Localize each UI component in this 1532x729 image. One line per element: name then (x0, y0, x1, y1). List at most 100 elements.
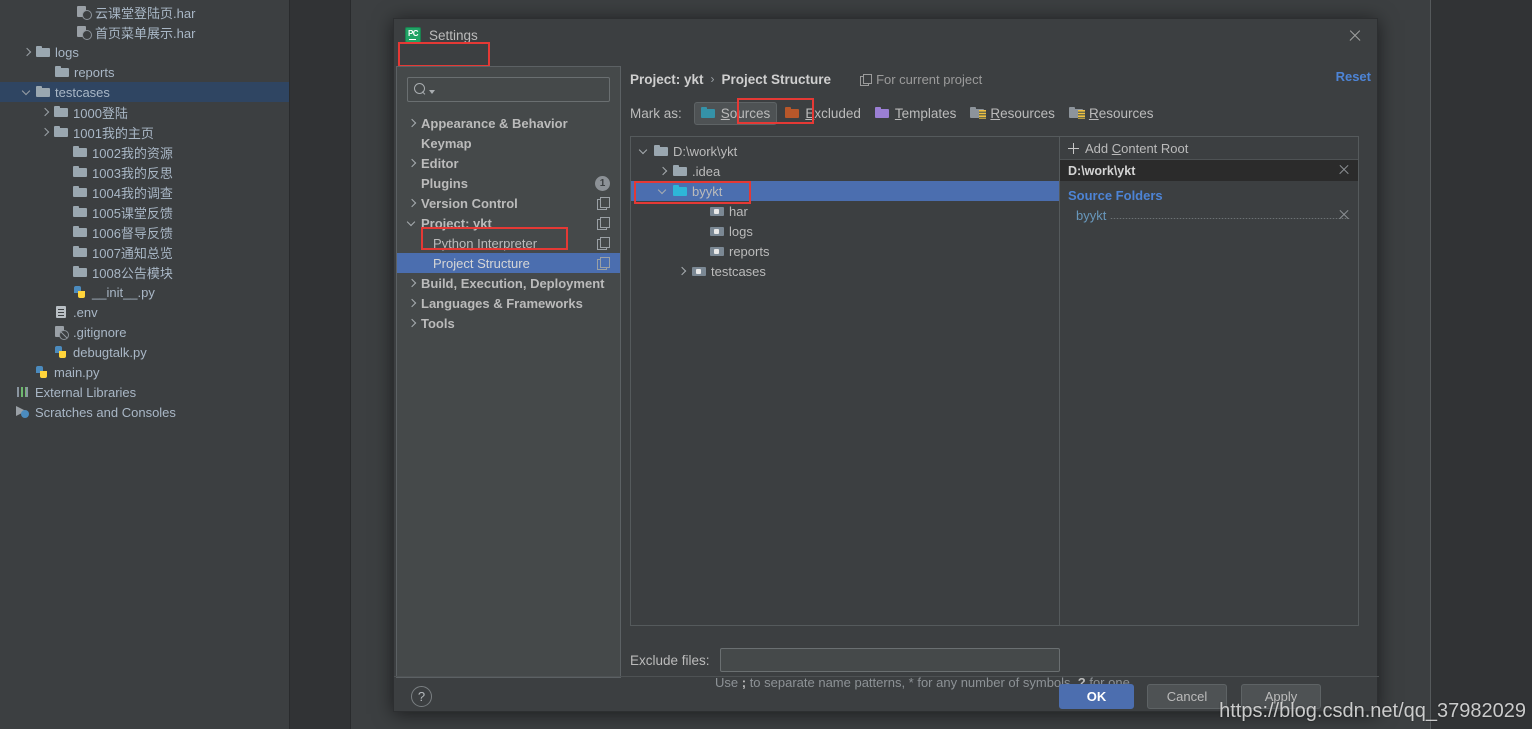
sidebar-item-build-execution-deployment[interactable]: Build, Execution, Deployment (397, 273, 620, 293)
chevron-right-icon[interactable] (658, 165, 670, 177)
project-tree-row[interactable]: 1005课堂反馈 (0, 202, 289, 222)
content-tree-row[interactable]: reports (631, 241, 1059, 261)
project-tree-row[interactable]: 1004我的调查 (0, 182, 289, 202)
help-button[interactable]: ? (411, 686, 432, 707)
content-tree[interactable]: D:\work\ykt .idea byykt har logs reports testc… (631, 137, 1059, 281)
sidebar-item-project-ykt[interactable]: Project: ykt (397, 213, 620, 233)
project-tree-row[interactable]: 首页菜单展示.har (0, 22, 289, 42)
project-tree-row[interactable]: 1000登陆 (0, 102, 289, 122)
chevron-down-icon[interactable] (639, 145, 651, 157)
sidebar-item-label: Keymap (421, 135, 472, 151)
content-roots-panel[interactable]: Add Content Root D:\work\ykt Source Fold… (1060, 136, 1359, 626)
project-tree-row[interactable]: 1001我的主页 (0, 122, 289, 142)
sidebar-item-version-control[interactable]: Version Control (397, 193, 620, 213)
project-tree-row[interactable]: 1006督导反馈 (0, 222, 289, 242)
chevron-right-icon[interactable] (677, 265, 689, 277)
project-tree-row[interactable]: 1002我的资源 (0, 142, 289, 162)
sidebar-item-languages-frameworks[interactable]: Languages & Frameworks (397, 293, 620, 313)
settings-nav-list[interactable]: Appearance & Behavior Keymap Editor Plugins… (397, 113, 620, 333)
sidebar-item-editor[interactable]: Editor (397, 153, 620, 173)
content-tree-row[interactable]: testcases (631, 261, 1059, 281)
folder-resources-icon (1068, 107, 1085, 119)
content-tree-panel[interactable]: D:\work\ykt .idea byykt har logs reports testc… (630, 136, 1060, 626)
project-tree[interactable]: 云课堂登陆页.har 首页菜单展示.har logs reports testcases… (0, 0, 289, 729)
project-tree-row[interactable]: Scratches and Consoles (0, 402, 289, 422)
breadcrumb-parent[interactable]: Project: ykt (630, 72, 704, 87)
content-tree-row[interactable]: D:\work\ykt (631, 141, 1059, 161)
sidebar-item-project-structure[interactable]: Project Structure (397, 253, 620, 273)
project-tree-row[interactable]: logs (0, 42, 289, 62)
chevron-down-icon[interactable] (429, 89, 435, 94)
project-tree-row[interactable]: 1007通知总览 (0, 242, 289, 262)
copy-settings-icon[interactable] (597, 217, 610, 230)
ok-button[interactable]: OK (1059, 684, 1134, 709)
remove-content-root-icon[interactable] (1338, 164, 1350, 176)
chevron-right-icon[interactable] (407, 277, 419, 289)
plugins-update-badge: 1 (595, 176, 610, 191)
source-folder-item[interactable]: byykt (1060, 205, 1358, 225)
exclude-files-input[interactable] (719, 648, 1060, 672)
reset-link[interactable]: Reset (1336, 69, 1371, 84)
chevron-right-icon[interactable] (407, 297, 419, 309)
mark-as-resources-button-2[interactable]: Resources (1063, 103, 1160, 124)
sidebar-item-python-interpreter[interactable]: Python Interpreter (397, 233, 620, 253)
gitignore-file-icon (54, 325, 69, 340)
chevron-right-icon[interactable] (407, 117, 419, 129)
content-tree-row[interactable]: byykt (631, 181, 1059, 201)
mark-as-excluded-button[interactable]: Excluded (779, 103, 867, 124)
mark-as-resources-button[interactable]: Resources (964, 103, 1061, 124)
chevron-right-icon[interactable] (407, 197, 419, 209)
search-box[interactable] (407, 77, 610, 102)
copy-settings-icon[interactable] (597, 197, 610, 210)
search-input[interactable] (439, 82, 603, 97)
project-tree-row[interactable]: debugtalk.py (0, 342, 289, 362)
sidebar-item-tools[interactable]: Tools (397, 313, 620, 333)
content-tree-row[interactable]: .idea (631, 161, 1059, 181)
sidebar-item-appearance-behavior[interactable]: Appearance & Behavior (397, 113, 620, 133)
project-tree-row[interactable]: testcases (0, 82, 289, 102)
divider-mid (350, 0, 351, 729)
add-content-root-button[interactable]: Add Content Root (1060, 137, 1358, 160)
mark-as-templates-button[interactable]: Templates (869, 103, 963, 124)
resource-lines-icon (1077, 110, 1085, 119)
chevron-down-icon[interactable] (658, 185, 670, 197)
chevron-right-icon[interactable] (40, 107, 51, 118)
project-tree-row-label: .gitignore (73, 324, 127, 340)
chevron-right-icon[interactable] (407, 317, 419, 329)
sidebar-item-plugins[interactable]: Plugins 1 (397, 173, 620, 193)
project-tree-row-label: 1004我的调查 (92, 185, 173, 201)
sidebar-item-keymap[interactable]: Keymap (397, 133, 620, 153)
folder-module-icon (692, 264, 707, 278)
project-tree-row[interactable]: .env (0, 302, 289, 322)
mark-as-sources-button[interactable]: Sources (693, 101, 778, 125)
chevron-down-icon[interactable] (407, 217, 419, 229)
chevron-right-icon[interactable] (22, 47, 33, 58)
project-tree-row[interactable]: reports (0, 62, 289, 82)
copy-settings-icon[interactable] (597, 237, 610, 250)
copy-settings-icon[interactable] (597, 257, 610, 270)
project-tree-row-label: 云课堂登陆页.har (95, 5, 196, 21)
project-tree-row[interactable]: .gitignore (0, 322, 289, 342)
project-tree-row[interactable]: __init__.py (0, 282, 289, 302)
mark-as-toolbar[interactable]: Mark as: Sources Excluded Templates Resourc… (627, 98, 1375, 128)
project-tree-row[interactable]: 1008公告模块 (0, 262, 289, 282)
project-tree-row[interactable]: 1003我的反思 (0, 162, 289, 182)
content-tree-row[interactable]: logs (631, 221, 1059, 241)
har-file-icon (76, 5, 92, 20)
chevron-right-icon[interactable] (407, 157, 419, 169)
dialog-title: Settings (429, 27, 478, 43)
project-tree-row[interactable]: main.py (0, 362, 289, 382)
cancel-button[interactable]: Cancel (1147, 684, 1227, 709)
content-tree-row-label: reports (729, 243, 770, 259)
chevron-right-icon[interactable] (40, 127, 51, 138)
content-tree-row[interactable]: har (631, 201, 1059, 221)
close-icon[interactable] (1347, 28, 1363, 44)
chevron-down-icon[interactable] (22, 87, 33, 98)
remove-source-folder-icon[interactable] (1338, 209, 1350, 221)
project-tree-row[interactable]: External Libraries (0, 382, 289, 402)
project-tree-row[interactable]: 云课堂登陆页.har (0, 2, 289, 22)
